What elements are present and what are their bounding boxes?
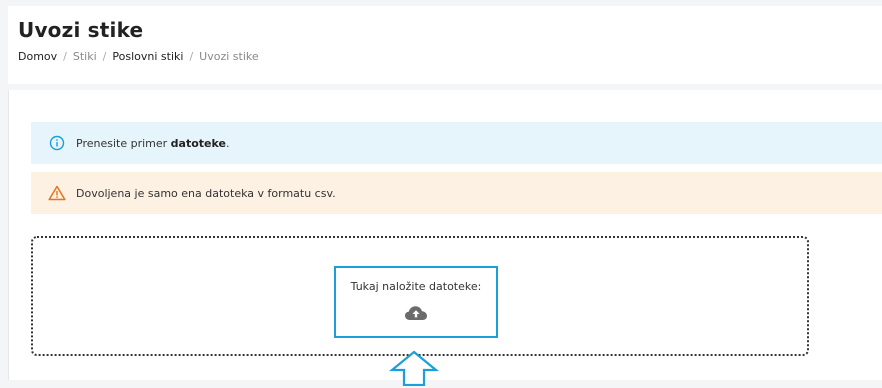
breadcrumb-item-stiki[interactable]: Stiki [73,50,97,63]
page: Uvozi stike Domov / Stiki / Poslovni stiki / U… [0,0,882,388]
arrow-up-icon [388,350,440,388]
warning-alert-text: Dovoljena je samo ena datoteka v formatu… [76,186,336,200]
page-title: Uvozi stike [18,18,144,42]
breadcrumb-separator: / [63,50,67,63]
download-sample-link[interactable]: datoteke [171,137,226,150]
warning-alert: Dovoljena je samo ena datoteka v formatu… [31,172,882,214]
info-alert-suffix: . [225,136,230,150]
info-alert-prefix: Prenesite primer [76,136,171,150]
info-icon [48,134,66,152]
breadcrumb-item-current: Uvozi stike [199,50,259,63]
cloud-upload-icon[interactable] [404,305,428,325]
info-alert-text: Prenesite primer datoteke. [76,137,229,150]
breadcrumb: Domov / Stiki / Poslovni stiki / Uvozi stike [18,50,259,63]
breadcrumb-separator: / [189,50,194,63]
breadcrumb-item-domov[interactable]: Domov [18,50,57,63]
page-header: Uvozi stike Domov / Stiki / Poslovni stiki / U… [8,6,882,84]
info-alert: Prenesite primer datoteke. [31,122,882,164]
upload-target[interactable]: Tukaj naložite datoteke: [334,266,498,338]
breadcrumb-item-poslovni-stiki[interactable]: Poslovni stiki [112,50,183,63]
upload-label: Tukaj naložite datoteke: [350,280,482,293]
warning-icon [48,184,66,202]
breadcrumb-separator: / [102,50,107,63]
